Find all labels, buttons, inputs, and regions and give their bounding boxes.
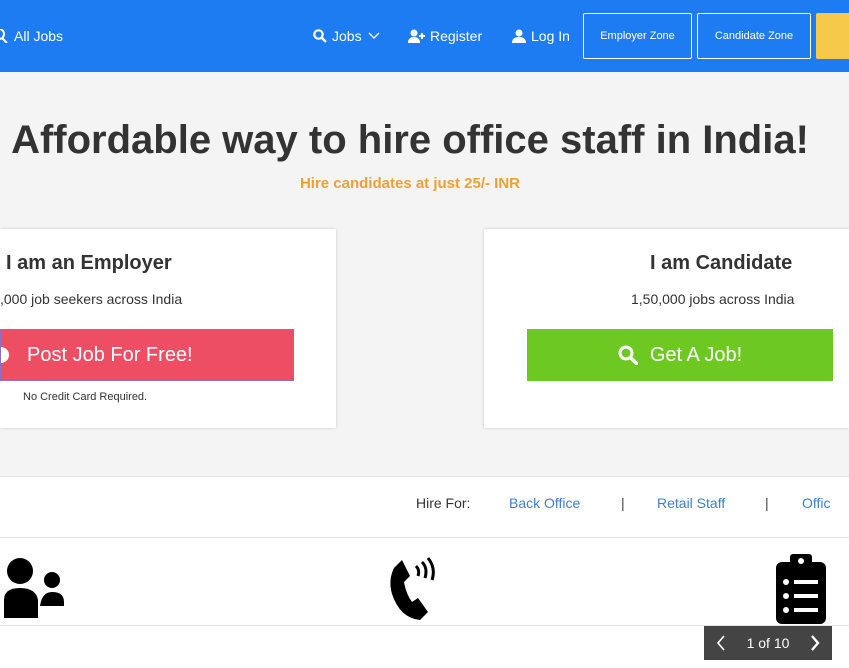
hire-separator: | — [765, 495, 769, 511]
hire-link-office[interactable]: Offic — [802, 495, 831, 511]
jobs-menu[interactable]: Jobs — [313, 0, 385, 72]
clipboard-list-icon — [776, 554, 826, 624]
employer-zone-button[interactable]: Employer Zone — [583, 13, 692, 59]
page-subtitle: Hire candidates at just 25/- INR — [299, 175, 521, 192]
login-label: Log In — [531, 28, 570, 44]
chevron-left-icon[interactable] — [716, 635, 726, 651]
candidate-zone-button[interactable]: Candidate Zone — [697, 13, 811, 59]
post-job-label: Post Job For Free! — [27, 343, 193, 366]
get-job-label: Get A Job! — [649, 343, 743, 366]
candidate-card-title: I am Candidate — [650, 252, 793, 274]
chevron-down-icon — [368, 32, 380, 39]
register-label: Register — [430, 28, 483, 44]
search-icon — [618, 345, 638, 365]
all-jobs-label: All Jobs — [14, 28, 64, 44]
employer-card-title: I am an Employer — [6, 252, 172, 274]
all-jobs-link[interactable]: All Jobs — [0, 0, 63, 72]
search-icon — [0, 29, 8, 43]
add-user-icon — [408, 29, 425, 43]
no-credit-card-note: No Credit Card Required. — [23, 391, 148, 403]
get-job-button[interactable]: Get A Job! — [527, 329, 833, 381]
cta-button[interactable] — [816, 13, 849, 59]
hire-link-back-office[interactable]: Back Office — [509, 495, 580, 511]
candidate-zone-label: Candidate Zone — [714, 30, 794, 42]
user-icon — [512, 29, 526, 43]
plus-circle-icon — [1, 347, 9, 363]
hire-for-label: Hire For: — [416, 495, 471, 511]
carousel-pager: 1 of 10 — [704, 626, 832, 660]
candidate-card-text: 1,50,000 jobs across India — [631, 291, 795, 307]
search-icon — [313, 29, 327, 43]
login-link[interactable]: Log In — [512, 0, 570, 72]
hire-link-retail-staff[interactable]: Retail Staff — [657, 495, 725, 511]
jobs-label: Jobs — [332, 28, 362, 44]
page-title: Affordable way to hire office staff in I… — [11, 118, 809, 162]
users-icon — [4, 558, 64, 618]
employer-zone-label: Employer Zone — [600, 30, 675, 42]
post-job-button[interactable]: Post Job For Free! — [0, 329, 294, 381]
pager-text: 1 of 10 — [746, 635, 790, 651]
chevron-right-icon[interactable] — [810, 635, 820, 651]
hire-separator: | — [621, 495, 625, 511]
phone-icon — [390, 557, 435, 620]
employer-card-text: ,000 job seekers across India — [0, 291, 183, 307]
top-nav-bar: All Jobs Jobs Register Log In Employer Z… — [0, 0, 849, 72]
register-link[interactable]: Register — [408, 0, 482, 72]
